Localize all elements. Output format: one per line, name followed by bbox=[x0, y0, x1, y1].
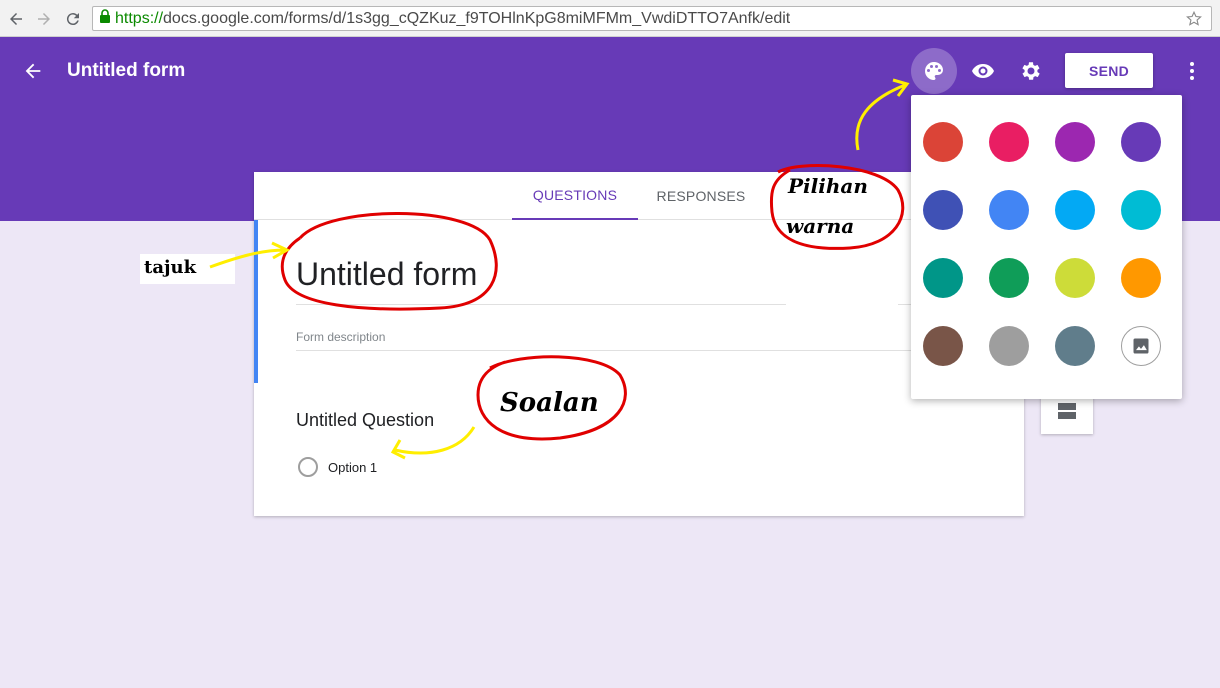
tab-responses[interactable]: RESPONSES bbox=[638, 172, 764, 220]
form-card: QUESTIONS RESPONSES Untitled form Form d… bbox=[254, 172, 1024, 516]
header-form-title[interactable]: Untitled form bbox=[67, 60, 185, 82]
more-options-button[interactable] bbox=[1180, 58, 1204, 84]
url-bar[interactable]: https://docs.google.com/forms/d/1s3gg_cQ… bbox=[92, 6, 1212, 31]
option-radio[interactable] bbox=[298, 457, 318, 477]
lock-icon bbox=[99, 9, 111, 28]
palette-button[interactable] bbox=[911, 48, 957, 94]
question-title[interactable]: Untitled Question bbox=[296, 410, 434, 431]
color-swatch[interactable] bbox=[989, 326, 1029, 366]
form-description-input[interactable]: Form description bbox=[296, 330, 916, 351]
more-vert-icon bbox=[1190, 62, 1194, 80]
color-swatch[interactable] bbox=[1121, 258, 1161, 298]
color-swatch[interactable] bbox=[1055, 190, 1095, 230]
color-swatch[interactable] bbox=[1055, 326, 1095, 366]
browser-forward-icon[interactable] bbox=[34, 9, 54, 29]
annotation-tajuk: tajuk bbox=[140, 254, 235, 284]
image-icon bbox=[1133, 338, 1149, 354]
back-arrow-icon[interactable] bbox=[22, 60, 44, 87]
url-text: https://docs.google.com/forms/d/1s3gg_cQ… bbox=[115, 10, 790, 28]
form-title-section: Untitled form Form description bbox=[254, 220, 1024, 383]
palette-icon bbox=[925, 62, 943, 80]
send-button[interactable]: SEND bbox=[1065, 53, 1153, 88]
color-swatch[interactable] bbox=[923, 122, 963, 162]
color-swatch[interactable] bbox=[923, 326, 963, 366]
color-palette-popup bbox=[911, 95, 1182, 399]
color-swatch[interactable] bbox=[1121, 190, 1161, 230]
color-swatch[interactable] bbox=[1055, 122, 1095, 162]
preview-button[interactable] bbox=[960, 48, 1006, 94]
gear-icon bbox=[1022, 62, 1040, 80]
option-label[interactable]: Option 1 bbox=[328, 460, 377, 475]
url-protocol: https:// bbox=[115, 9, 164, 27]
tab-questions[interactable]: QUESTIONS bbox=[512, 172, 638, 220]
color-swatch[interactable] bbox=[989, 258, 1029, 298]
color-swatch[interactable] bbox=[1055, 258, 1095, 298]
image-theme-button[interactable] bbox=[1121, 326, 1161, 366]
color-swatch[interactable] bbox=[1121, 122, 1161, 162]
browser-back-icon[interactable] bbox=[6, 9, 26, 29]
browser-toolbar: https://docs.google.com/forms/d/1s3gg_cQ… bbox=[0, 0, 1220, 37]
color-swatch[interactable] bbox=[989, 190, 1029, 230]
color-swatch[interactable] bbox=[923, 258, 963, 298]
annotation-soalan: Soalan bbox=[500, 388, 599, 418]
form-title-input[interactable]: Untitled form bbox=[296, 256, 786, 305]
color-swatch[interactable] bbox=[989, 122, 1029, 162]
section-icon bbox=[1058, 403, 1076, 419]
url-path: docs.google.com/forms/d/1s3gg_cQZKuz_f9T… bbox=[163, 9, 791, 27]
color-swatch[interactable] bbox=[923, 190, 963, 230]
browser-reload-icon[interactable] bbox=[63, 9, 83, 29]
bookmark-star-icon[interactable] bbox=[1185, 10, 1203, 33]
annotation-pilihan: Pilihan bbox=[788, 174, 868, 198]
eye-icon bbox=[972, 64, 994, 78]
settings-button[interactable] bbox=[1008, 48, 1054, 94]
tab-bar: QUESTIONS RESPONSES bbox=[254, 172, 1024, 220]
annotation-warna: warna bbox=[786, 214, 855, 238]
